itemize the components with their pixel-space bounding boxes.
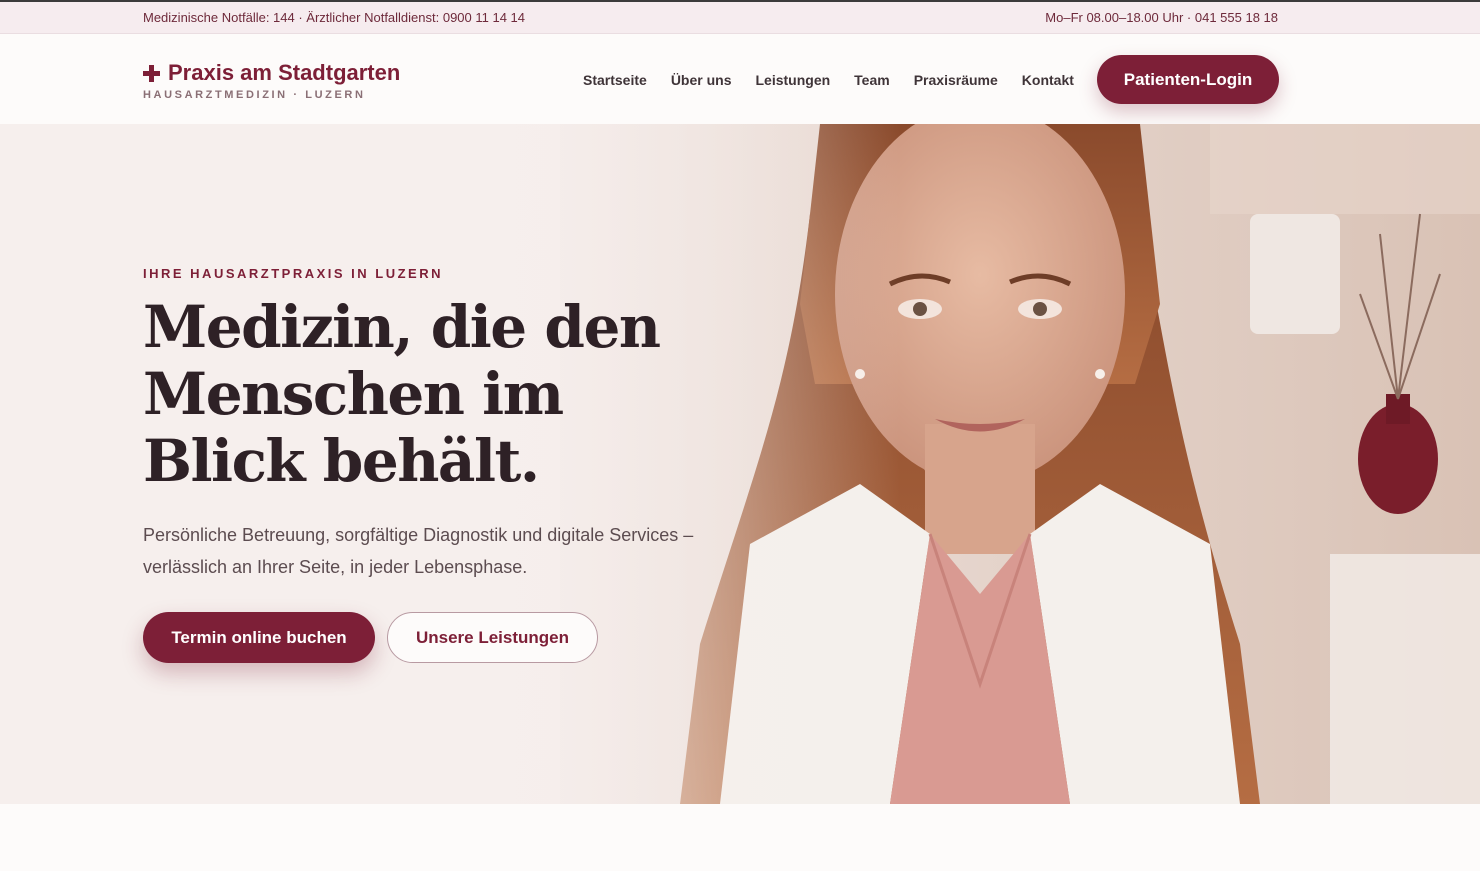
- medical-cross-icon: [143, 64, 160, 82]
- nav-leistungen[interactable]: Leistungen: [756, 72, 831, 88]
- hero-section: IHRE HAUSARZTPRAXIS IN LUZERN Medizin, d…: [0, 124, 1480, 804]
- nav-ueber-uns[interactable]: Über uns: [671, 72, 732, 88]
- hero-eyebrow: IHRE HAUSARZTPRAXIS IN LUZERN: [143, 266, 444, 281]
- nav-kontakt[interactable]: Kontakt: [1022, 72, 1074, 88]
- top-info-bar: Medizinische Notfälle: 144 · Ärztlicher …: [0, 0, 1480, 34]
- opening-hours-info: Mo–Fr 08.00–18.00 Uhr · 041 555 18 18: [1045, 10, 1278, 25]
- page-continuation: [0, 804, 1480, 871]
- nav-praxisraeume[interactable]: Praxisräume: [914, 72, 998, 88]
- services-button[interactable]: Unsere Leistungen: [387, 612, 598, 663]
- nav-startseite[interactable]: Startseite: [583, 72, 647, 88]
- logo-subtitle: HAUSARZTMEDIZIN · LUZERN: [143, 89, 366, 101]
- site-header: Praxis am Stadtgarten HAUSARZTMEDIZIN · …: [0, 34, 1480, 124]
- nav-team[interactable]: Team: [854, 72, 890, 88]
- main-navigation: Startseite Über uns Leistungen Team Prax…: [583, 72, 1098, 88]
- hero-headline: Medizin, die den Menschen im Blick behäl…: [143, 293, 661, 495]
- emergency-info: Medizinische Notfälle: 144 · Ärztlicher …: [143, 10, 526, 25]
- hero-lead: Persönliche Betreuung, sorgfältige Diagn…: [143, 525, 694, 577]
- logo-title: Praxis am Stadtgarten: [168, 60, 401, 85]
- book-appointment-button[interactable]: Termin online buchen: [143, 612, 375, 663]
- logo[interactable]: Praxis am Stadtgarten HAUSARZTMEDIZIN · …: [143, 60, 400, 101]
- patient-login-button[interactable]: Patienten-Login: [1097, 55, 1279, 104]
